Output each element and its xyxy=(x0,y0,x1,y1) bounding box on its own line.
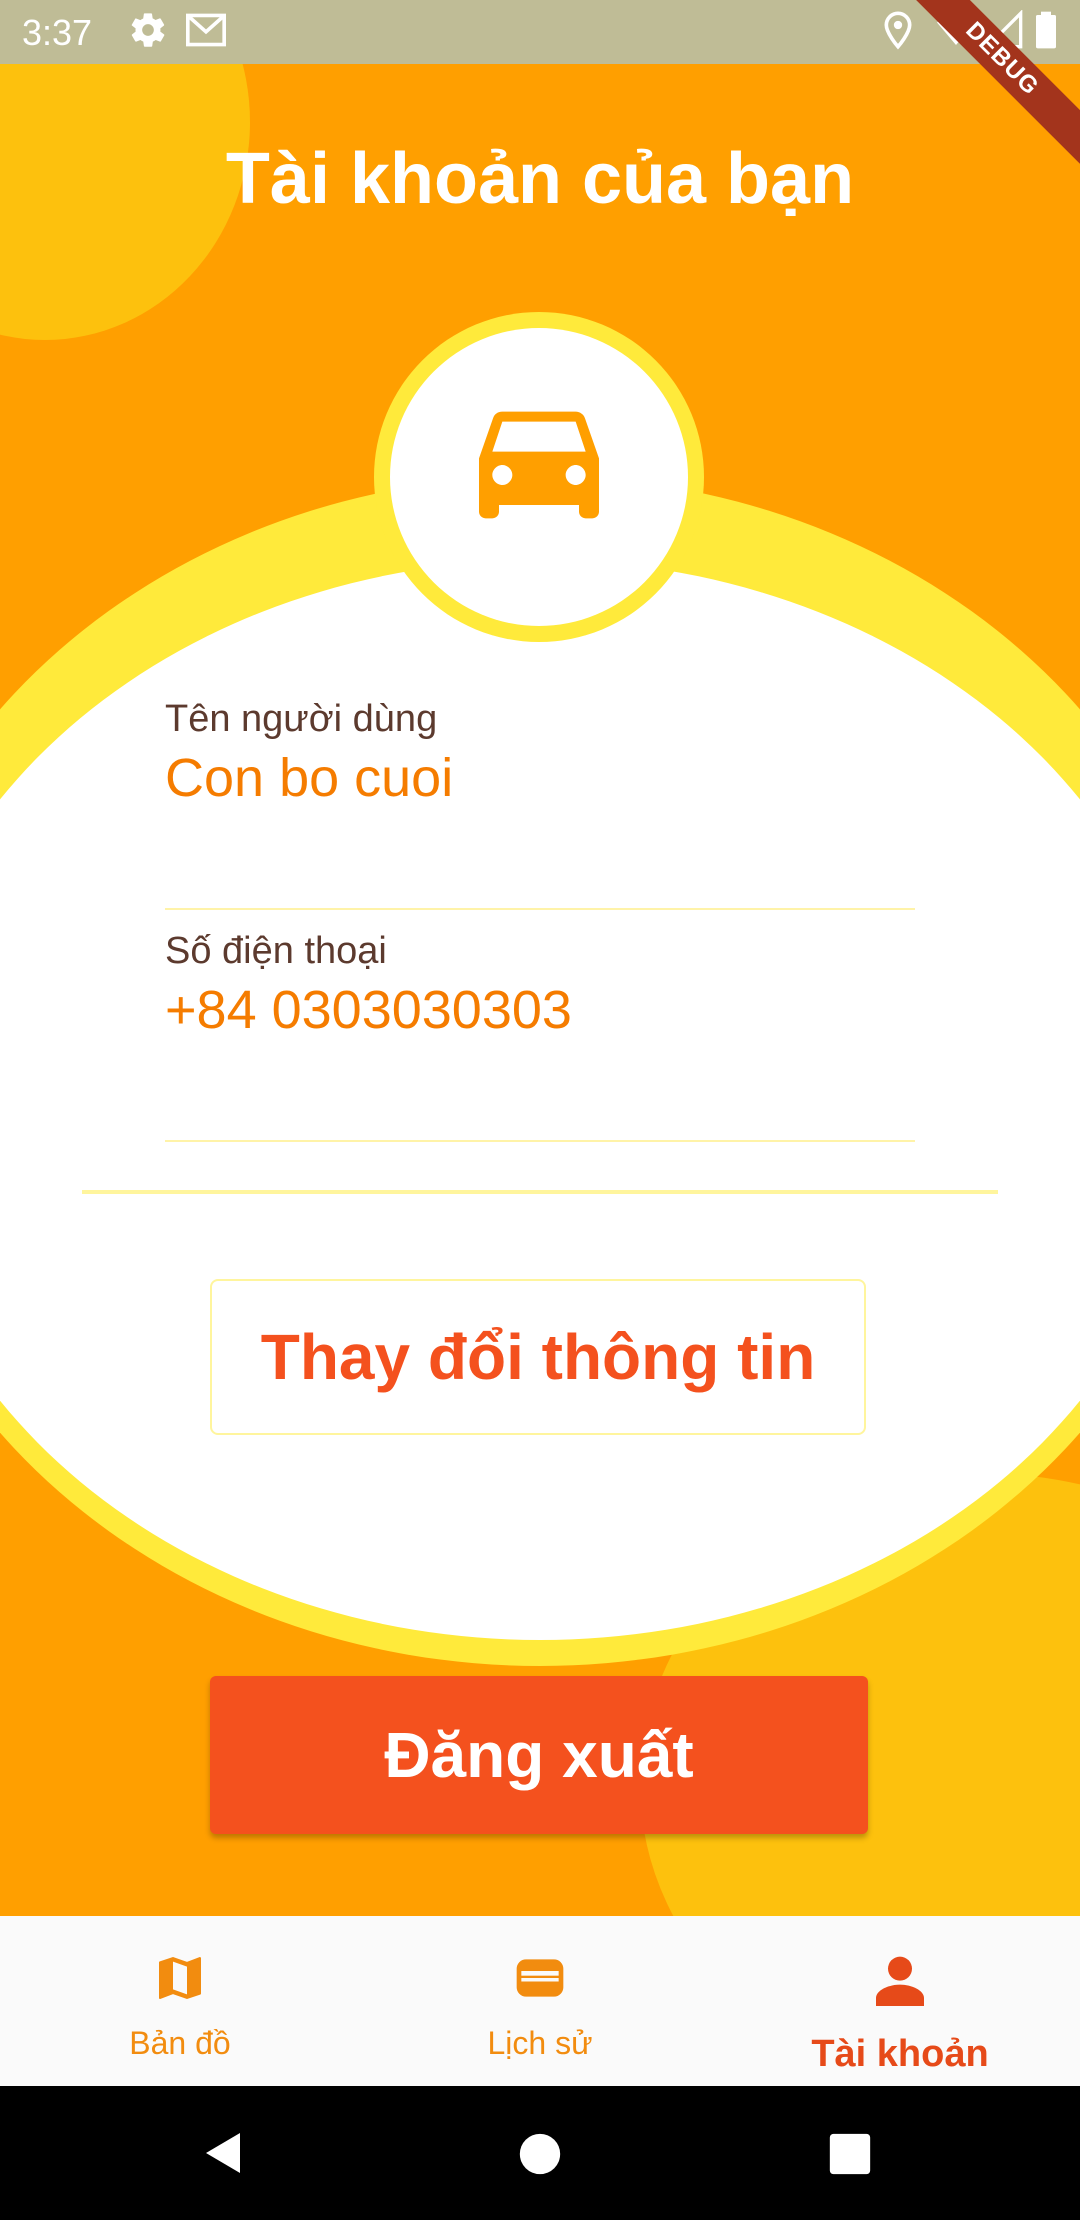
phone-field: Số điện thoại +84 0303030303 xyxy=(165,930,915,1142)
avatar xyxy=(390,328,688,626)
nav-item-history[interactable]: Lịch sử xyxy=(360,1916,720,2086)
page-title: Tài khoản của bạn xyxy=(225,139,855,219)
nav-label-account: Tài khoản xyxy=(811,2033,989,2075)
car-icon xyxy=(459,405,619,550)
back-icon[interactable] xyxy=(200,2128,248,2183)
logout-button[interactable]: Đăng xuất xyxy=(210,1676,868,1834)
location-icon xyxy=(878,10,918,55)
gear-icon xyxy=(128,10,168,55)
bottom-nav: Bản đồ Lịch sử Tài khoản xyxy=(0,1916,1080,2086)
section-divider xyxy=(82,1190,998,1194)
status-time: 3:37 xyxy=(22,12,93,53)
map-icon xyxy=(152,1950,208,2011)
nav-item-account[interactable]: Tài khoản xyxy=(720,1916,1080,2086)
home-icon[interactable] xyxy=(518,2132,562,2181)
username-value: Con bo cuoi xyxy=(165,748,454,808)
status-bar: 3:37 DEBUG xyxy=(0,0,1080,172)
phone-label: Số điện thoại xyxy=(165,930,387,972)
nav-label-map: Bản đồ xyxy=(129,2025,231,2061)
username-label: Tên người dùng xyxy=(165,698,438,740)
nav-label-history: Lịch sử xyxy=(487,2025,593,2061)
phone-value: +84 0303030303 xyxy=(165,980,572,1040)
wallet-icon xyxy=(512,1950,568,2011)
person-icon xyxy=(868,1950,932,2019)
account-screen: Tài khoản của bạn Tên người dùng Con bo … xyxy=(0,64,1080,1916)
username-field: Tên người dùng Con bo cuoi xyxy=(165,698,915,910)
nav-item-map[interactable]: Bản đồ xyxy=(0,1916,360,2086)
mail-icon xyxy=(184,10,228,55)
edit-info-button[interactable]: Thay đổi thông tin xyxy=(210,1279,866,1435)
battery-icon xyxy=(1034,10,1058,55)
recents-icon[interactable] xyxy=(828,2132,872,2181)
system-nav-bar xyxy=(0,2086,1080,2220)
